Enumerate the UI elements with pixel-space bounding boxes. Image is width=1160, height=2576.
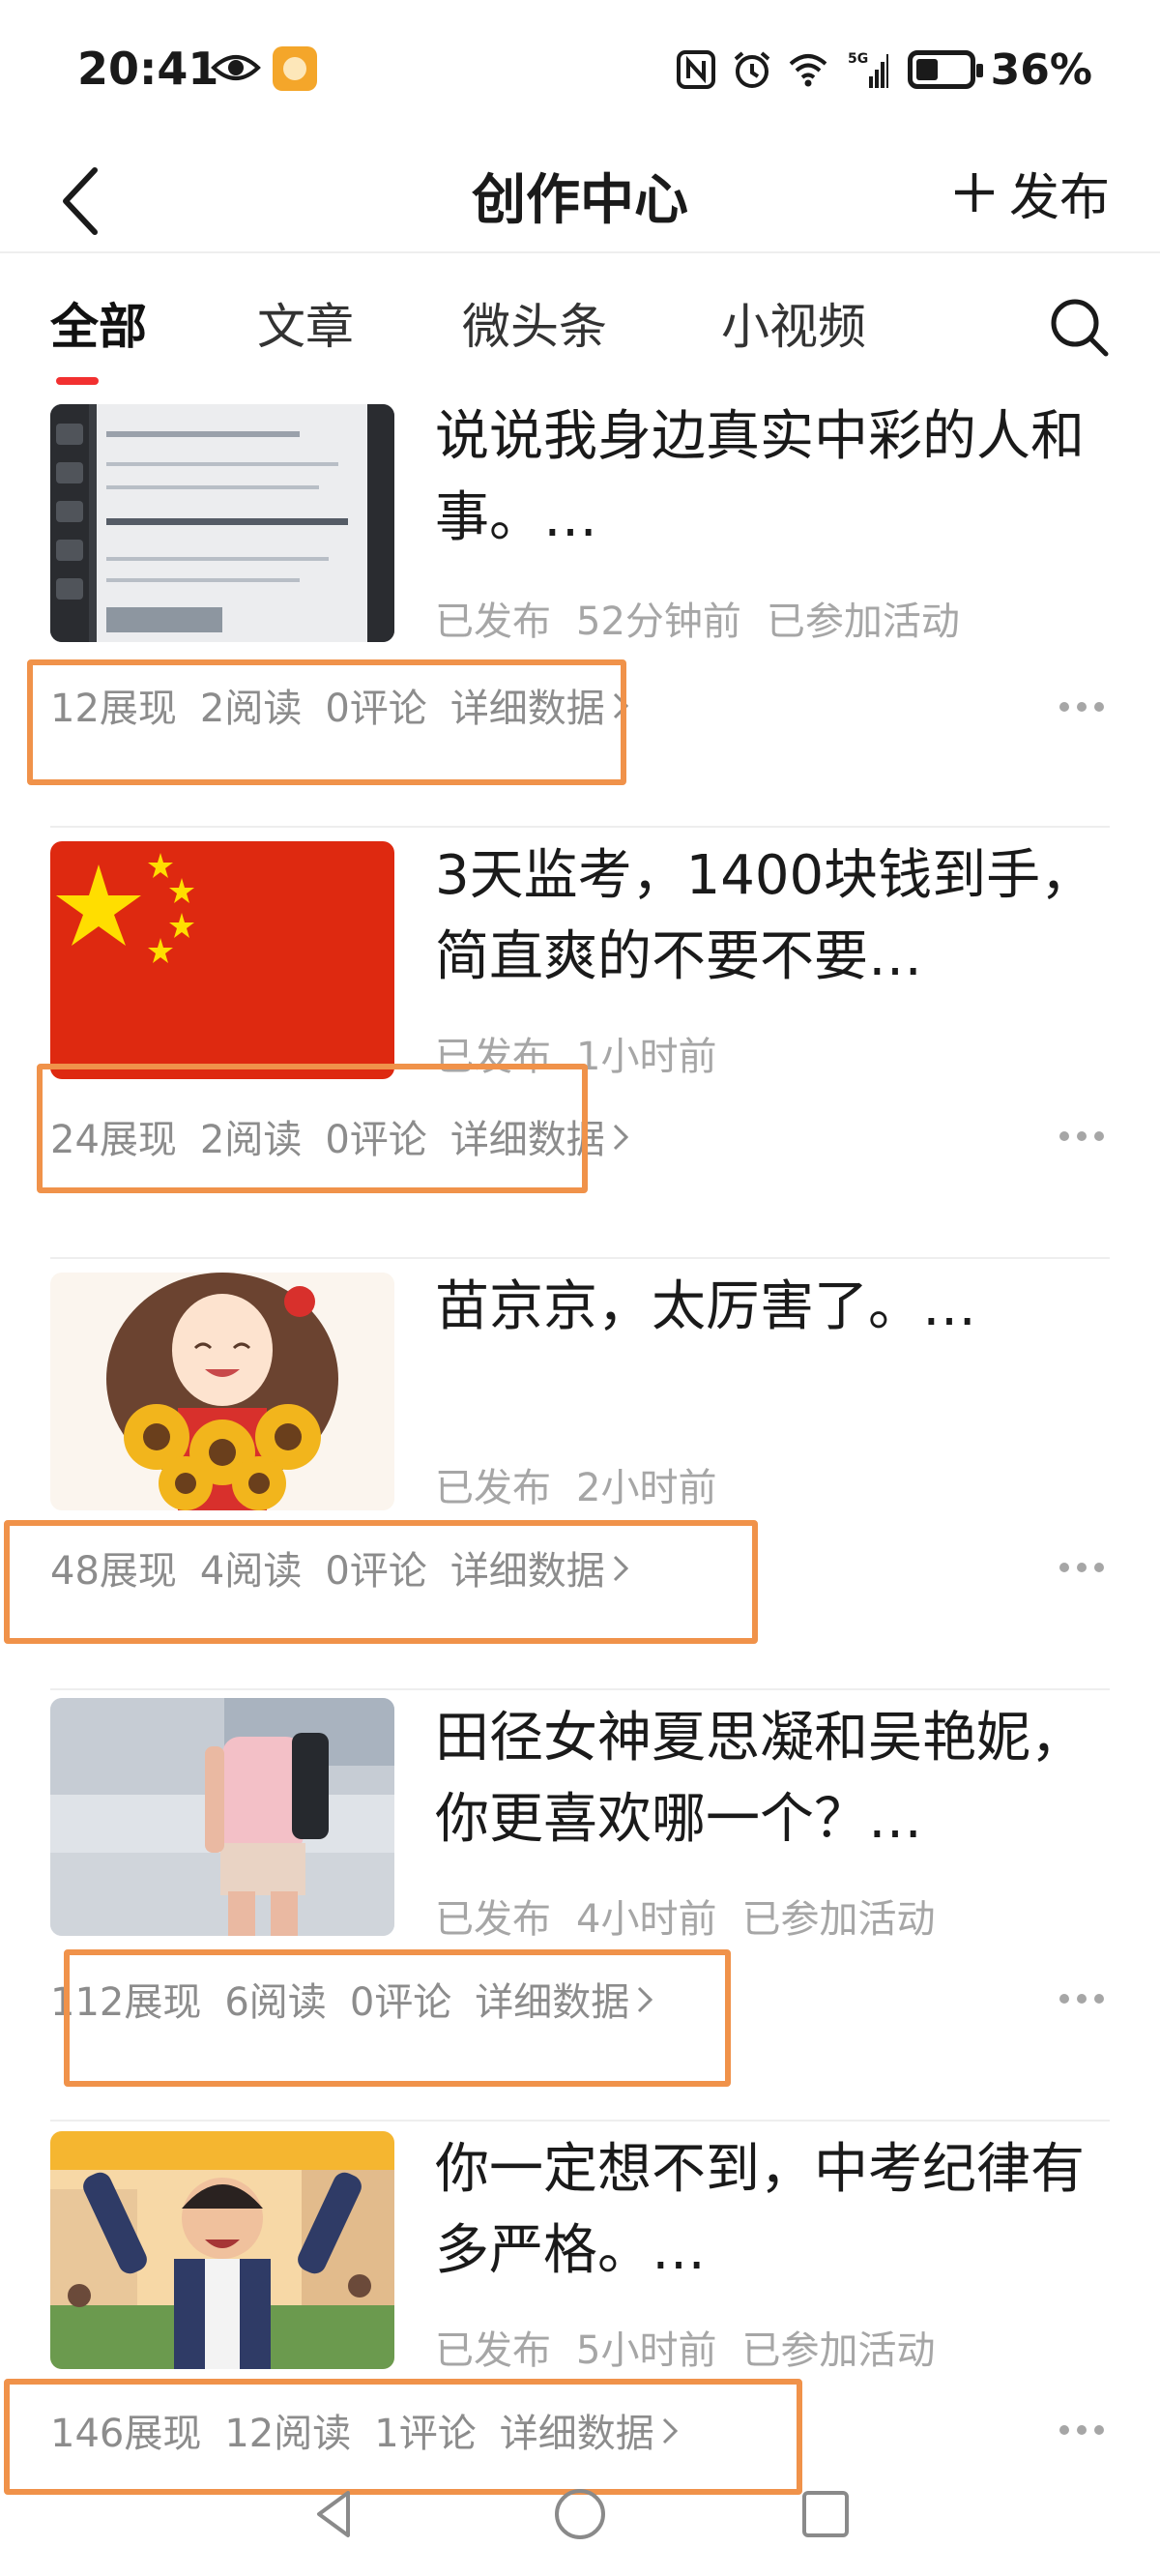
article-title[interactable]: 你一定想不到，中考纪律有多严格。… xyxy=(435,2129,1112,2292)
tab-short-videos[interactable]: 小视频 xyxy=(721,288,866,358)
tab-articles[interactable]: 文章 xyxy=(257,288,354,358)
publish-status: 已发布 xyxy=(435,600,551,644)
students-celebrating-thumbnail xyxy=(50,2131,394,2369)
stats-highlight-box xyxy=(27,659,626,785)
girl-with-sunflowers-thumbnail xyxy=(50,1273,394,1510)
activity-status: 已参加活动 xyxy=(741,1897,936,1942)
nav-back-icon[interactable] xyxy=(305,2485,363,2543)
stats-highlight-box xyxy=(64,1949,731,2087)
tab-all[interactable]: 全部 xyxy=(50,288,147,358)
svg-text:5G: 5G xyxy=(848,51,868,67)
status-bar: 20:41 5G 36% xyxy=(0,0,1160,135)
article-title[interactable]: 田径女神夏思凝和吴艳妮，你更喜欢哪一个？… xyxy=(435,1698,1112,1860)
app-notification-icon xyxy=(273,46,317,91)
publish-time: 1小时前 xyxy=(576,1035,717,1079)
app-header: 创作中心 发布 xyxy=(0,135,1160,253)
publish-time: 52分钟前 xyxy=(576,600,741,644)
battery-level: 36% xyxy=(990,44,1092,95)
publish-time: 5小时前 xyxy=(576,2328,717,2373)
article-meta: 已发布 52分钟前 已参加活动 xyxy=(435,590,960,646)
nfc-icon xyxy=(676,50,715,89)
publish-status: 已发布 xyxy=(435,2328,551,2373)
content-tabs: 全部 文章 微头条 小视频 xyxy=(0,253,1160,396)
system-navigation-bar xyxy=(0,2475,1160,2576)
signal-icon: 5G xyxy=(848,51,888,88)
lottery-ticket-thumbnail xyxy=(50,404,394,642)
stats-highlight-box xyxy=(37,1064,588,1193)
more-options-icon[interactable] xyxy=(1058,1992,1106,2005)
article-card[interactable]: 苗京京，太厉害了。… 已发布 2小时前 48展现 4阅读 0评论 详细数据 xyxy=(0,1259,1160,1690)
status-icons: 5G 36% xyxy=(676,43,1092,97)
status-time: 20:41 xyxy=(77,43,219,95)
more-options-icon[interactable] xyxy=(1058,1561,1106,1574)
eye-icon xyxy=(211,55,261,80)
china-flag-thumbnail xyxy=(50,841,394,1079)
stats-highlight-box xyxy=(4,1520,758,1644)
publish-button[interactable]: 发布 xyxy=(953,159,1110,227)
publish-time: 4小时前 xyxy=(576,1897,717,1942)
more-options-icon[interactable] xyxy=(1058,2423,1106,2437)
alarm-icon xyxy=(734,51,769,88)
more-options-icon[interactable] xyxy=(1058,700,1106,714)
publish-status: 已发布 xyxy=(435,1897,551,1942)
article-card[interactable]: 说说我身边真实中彩的人和事。… 已发布 52分钟前 已参加活动 12展现 2阅读… xyxy=(0,396,1160,828)
more-options-icon[interactable] xyxy=(1058,1129,1106,1143)
article-card[interactable]: 3天监考，1400块钱到手，简直爽的不要不要… 已发布 1小时前 24展现 2阅… xyxy=(0,828,1160,1259)
article-meta: 已发布 5小时前 已参加活动 xyxy=(435,2319,935,2375)
publish-status: 已发布 xyxy=(435,1466,551,1510)
publish-label: 发布 xyxy=(1008,168,1110,227)
activity-status: 已参加活动 xyxy=(741,2328,936,2373)
nav-home-icon[interactable] xyxy=(551,2485,609,2543)
article-card[interactable]: 田径女神夏思凝和吴艳妮，你更喜欢哪一个？… 已发布 4小时前 已参加活动 112… xyxy=(0,1690,1160,2122)
chevron-right-icon xyxy=(613,1124,628,1151)
active-tab-indicator xyxy=(56,377,99,385)
search-icon[interactable] xyxy=(1046,294,1112,360)
publish-time: 2小时前 xyxy=(576,1466,717,1510)
article-meta: 已发布 2小时前 xyxy=(435,1456,741,1512)
battery-icon xyxy=(907,50,983,89)
activity-status: 已参加活动 xyxy=(766,600,960,644)
article-title[interactable]: 说说我身边真实中彩的人和事。… xyxy=(435,396,1112,559)
plus-icon xyxy=(954,173,994,212)
nav-recents-icon[interactable] xyxy=(797,2485,855,2543)
wifi-icon xyxy=(789,54,826,87)
article-title[interactable]: 苗京京，太厉害了。… xyxy=(435,1267,1112,1348)
article-meta: 已发布 4小时前 已参加活动 xyxy=(435,1888,935,1944)
tab-micro-posts[interactable]: 微头条 xyxy=(462,288,607,358)
article-title[interactable]: 3天监考，1400块钱到手，简直爽的不要不要… xyxy=(435,835,1112,998)
athlete-photo-thumbnail xyxy=(50,1698,394,1936)
